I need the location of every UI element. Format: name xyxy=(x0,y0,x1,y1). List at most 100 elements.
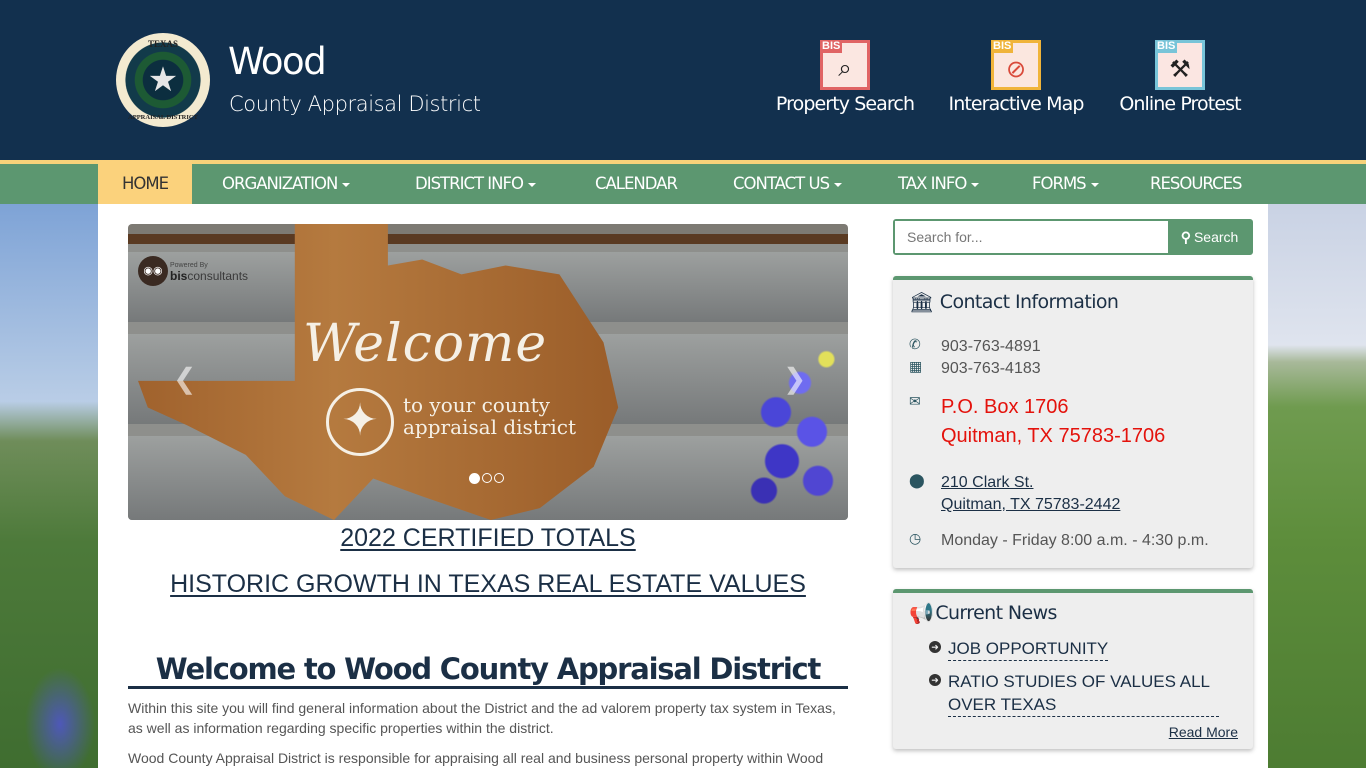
texas-star-icon: ✦ xyxy=(326,388,394,456)
carousel-indicators xyxy=(469,473,504,484)
house-magnifier-icon: BIS ⌕ xyxy=(820,40,870,90)
district-seal-logo[interactable]: TEXAS ★ APPRAISAL DISTRICT xyxy=(116,33,210,127)
contact-title-text: Contact Information xyxy=(939,291,1119,313)
nav-contact-us-label: CONTACT US xyxy=(733,174,830,193)
carousel-prev-chevron-icon[interactable]: ❮ xyxy=(173,362,196,395)
carousel-next-chevron-icon[interactable]: ❯ xyxy=(783,362,806,395)
clock-icon: ◷ xyxy=(909,530,922,546)
contact-information-panel: 🏛 Contact Information ✆ 903-763-4891 ▦ 9… xyxy=(893,276,1253,568)
read-more-link[interactable]: Read More xyxy=(1169,724,1238,740)
interactive-map-label: Interactive Map xyxy=(948,93,1085,115)
nav-district-info[interactable]: DISTRICT INFO xyxy=(415,164,536,204)
site-subtitle: County Appraisal District xyxy=(229,92,481,116)
circle-arrow-right-icon: ➜ xyxy=(929,674,941,686)
slide-subtitle-line2: appraisal district xyxy=(403,415,577,439)
address-line2: Quitman, TX 75783-2442 xyxy=(941,496,1121,513)
interactive-map-link[interactable]: BIS ⊘ Interactive Map xyxy=(947,40,1085,115)
news-item: ➜ RATIO STUDIES OF VALUES ALL OVER TEXAS xyxy=(929,670,1219,717)
nav-resources-label: RESOURCES xyxy=(1150,174,1242,193)
gavel-icon: BIS ⚒ xyxy=(1155,40,1205,90)
nav-tax-info-label: TAX INFO xyxy=(898,174,967,193)
site-header: TEXAS ★ APPRAISAL DISTRICT Wood County A… xyxy=(0,0,1366,160)
envelope-icon: ✉ xyxy=(909,393,921,409)
welcome-carousel[interactable]: Welcome ✦ to your county appraisal distr… xyxy=(128,224,848,520)
physical-address-link[interactable]: 210 Clark St. Quitman, TX 75783-2442 xyxy=(941,472,1120,516)
bank-building-icon: 🏛 xyxy=(909,290,934,314)
fax-row: ▦ 903-763-4183 xyxy=(909,358,1041,380)
contact-panel-title: 🏛 Contact Information xyxy=(909,290,1119,314)
search-button[interactable]: ⚲ Search xyxy=(1168,221,1251,253)
responsibility-paragraph: Wood County Appraisal District is respon… xyxy=(128,750,824,766)
map-compass-icon: BIS ⊘ xyxy=(991,40,1041,90)
carousel-dot-3[interactable] xyxy=(494,473,504,483)
property-search-label: Property Search xyxy=(775,93,915,115)
brand-bold: bis xyxy=(170,269,188,283)
slide-subtitle: to your county appraisal district xyxy=(403,394,576,438)
nav-home-label: HOME xyxy=(121,174,169,193)
map-marker-icon: ⬤ xyxy=(909,472,925,488)
search-button-label: Search xyxy=(1193,229,1239,245)
news-title-text: Current News xyxy=(935,602,1057,624)
fax-number: 903-763-4183 xyxy=(941,360,1041,377)
nav-district-info-label: DISTRICT INFO xyxy=(415,174,524,193)
slide-subtitle-line1: to your county xyxy=(403,393,550,417)
circle-arrow-right-icon: ➜ xyxy=(929,641,941,653)
phone-number[interactable]: 903-763-4891 xyxy=(941,336,1041,358)
welcome-heading: Welcome to Wood County Appraisal Distric… xyxy=(128,652,848,689)
address-line1: 210 Clark St. xyxy=(941,474,1034,491)
office-hours: Monday - Friday 8:00 a.m. - 4:30 p.m. xyxy=(941,532,1209,549)
carousel-dot-2[interactable] xyxy=(482,473,492,483)
historic-growth-link[interactable]: HISTORIC GROWTH IN TEXAS REAL ESTATE VAL… xyxy=(128,570,848,599)
nav-contact-us[interactable]: CONTACT US xyxy=(733,164,843,204)
main-navigation: HOME ORGANIZATION DISTRICT INFO CALENDAR… xyxy=(0,160,1366,204)
bis-badge: BIS xyxy=(1155,40,1178,53)
current-news-panel: 📢 Current News ➜ JOB OPPORTUNITY ➜ RATIO… xyxy=(893,589,1253,749)
caret-down-icon xyxy=(528,182,536,187)
bluebonnet-flowers-image xyxy=(728,324,848,520)
site-search: ⚲ Search xyxy=(893,219,1253,255)
mailing-address-row: ✉ P.O. Box 1706 Quitman, TX 75783-1706 xyxy=(909,393,1165,451)
search-input[interactable] xyxy=(895,221,1168,253)
nav-tax-info[interactable]: TAX INFO xyxy=(898,164,980,204)
fax-icon: ▦ xyxy=(909,358,923,374)
news-item: ➜ JOB OPPORTUNITY xyxy=(929,637,1219,661)
monkey-mascot-icon: ◉◉ xyxy=(138,256,168,286)
nav-organization[interactable]: ORGANIZATION xyxy=(222,164,351,204)
bis-badge: BIS xyxy=(991,40,1014,53)
news-link-ratio-studies[interactable]: RATIO STUDIES OF VALUES ALL OVER TEXAS xyxy=(948,670,1219,717)
nav-forms[interactable]: FORMS xyxy=(1032,164,1099,204)
nav-home[interactable]: HOME xyxy=(98,160,192,204)
site-title[interactable]: Wood xyxy=(228,40,327,83)
carousel-dot-1[interactable] xyxy=(469,473,480,484)
news-link-job-opportunity[interactable]: JOB OPPORTUNITY xyxy=(948,637,1109,661)
background-scenery-right xyxy=(1268,204,1366,768)
caret-down-icon xyxy=(342,182,351,187)
brand-rest: consultants xyxy=(187,269,249,283)
star-icon: ★ xyxy=(147,61,179,99)
news-panel-title: 📢 Current News xyxy=(909,601,1057,625)
online-protest-link[interactable]: BIS ⚒ Online Protest xyxy=(1116,40,1244,115)
bullhorn-icon: 📢 xyxy=(909,601,934,625)
property-search-link[interactable]: BIS ⌕ Property Search xyxy=(775,40,915,115)
mailing-line2: Quitman, TX 75783-1706 xyxy=(941,425,1166,447)
hours-row: ◷ Monday - Friday 8:00 a.m. - 4:30 p.m. xyxy=(909,530,1209,552)
caret-down-icon xyxy=(1090,182,1099,187)
online-protest-label: Online Protest xyxy=(1119,93,1241,115)
nav-calendar-label: CALENDAR xyxy=(595,174,678,193)
intro-paragraph: Within this site you will find general i… xyxy=(128,700,836,736)
caret-down-icon xyxy=(834,182,843,187)
physical-address-row: ⬤ 210 Clark St. Quitman, TX 75783-2442 xyxy=(909,472,1120,516)
mailing-line1: P.O. Box 1706 xyxy=(941,396,1069,418)
bis-badge: BIS xyxy=(820,40,843,53)
search-icon: ⚲ xyxy=(1180,228,1191,245)
nav-resources[interactable]: RESOURCES xyxy=(1150,164,1242,204)
phone-row: ✆ 903-763-4891 xyxy=(909,336,1041,358)
certified-totals-link[interactable]: 2022 CERTIFIED TOTALS xyxy=(128,524,848,553)
seal-top-text: TEXAS xyxy=(147,39,178,49)
main-container: Welcome ✦ to your county appraisal distr… xyxy=(98,204,1268,768)
nav-calendar[interactable]: CALENDAR xyxy=(595,164,678,204)
phone-icon: ✆ xyxy=(909,336,921,352)
mailing-address: P.O. Box 1706 Quitman, TX 75783-1706 xyxy=(941,393,1165,451)
background-scenery-left xyxy=(0,204,98,768)
slide-title: Welcome xyxy=(303,314,548,374)
